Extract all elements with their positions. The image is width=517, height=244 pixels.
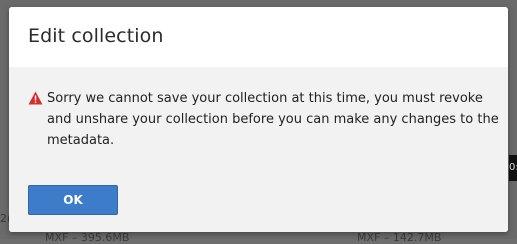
edit-collection-dialog: Edit collection Sorry we cannot save you… <box>9 7 508 232</box>
dialog-body: Sorry we cannot save your collection at … <box>9 67 508 232</box>
background-file-size-right: MXF – 142.7MB <box>357 231 442 244</box>
ok-button[interactable]: OK <box>28 185 118 215</box>
dialog-title: Edit collection <box>28 25 164 47</box>
dialog-message: Sorry we cannot save your collection at … <box>47 91 499 148</box>
warning-triangle-icon <box>28 91 43 105</box>
dialog-header: Edit collection <box>9 7 508 67</box>
background-duration-chip: 0: <box>509 155 517 181</box>
background-file-size-left: MXF – 395.6MB <box>45 231 130 244</box>
